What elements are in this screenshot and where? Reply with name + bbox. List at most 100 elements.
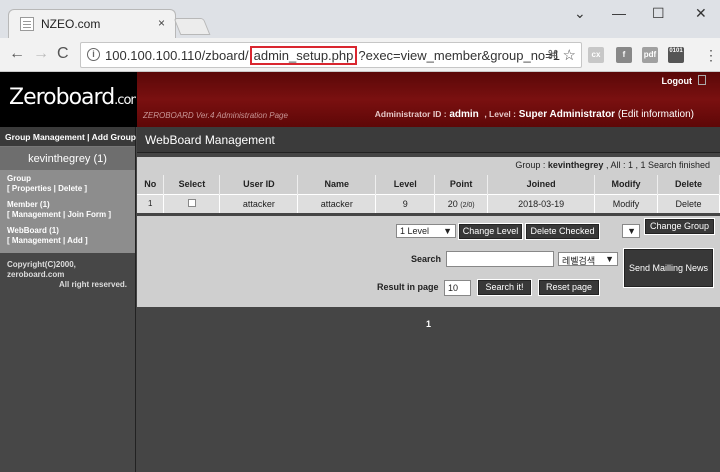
member-count: (1) — [39, 200, 50, 209]
col-user-id: User ID — [219, 175, 299, 194]
webboard-label: WebBoard — [7, 226, 47, 235]
extension-binary-icon[interactable]: 0101 — [668, 47, 684, 63]
logo-main: Zeroboard — [9, 85, 115, 110]
edit-info-link[interactable]: (Edit information) — [618, 109, 694, 120]
group-links[interactable]: [ Properties | Delete ] — [7, 184, 135, 194]
version-text: ZEROBOARD Ver.4 Administration Page — [143, 111, 288, 120]
point-value: 20 — [447, 198, 458, 209]
admin-id-label: Administrator ID : — [374, 109, 447, 119]
change-level-button[interactable]: Change Level — [458, 223, 523, 240]
result-label: Result in page — [377, 282, 439, 292]
webboard-links[interactable]: [ Management | Add ] — [7, 236, 135, 246]
sidebar-menu: Group [ Properties | Delete ] Member (1)… — [0, 170, 135, 253]
group-label: Group — [7, 174, 31, 183]
extension-cx-icon[interactable]: cx — [588, 47, 604, 63]
result-per-page-input[interactable]: 10 — [444, 280, 471, 296]
page-title: WebBoard Management — [137, 127, 720, 153]
back-arrow-icon[interactable]: ← — [9, 45, 25, 63]
add-group-link[interactable]: Add Group — [92, 132, 136, 142]
col-level: Level — [375, 175, 436, 194]
member-links[interactable]: [ Management | Join Form ] — [7, 210, 135, 220]
extension-pdf-icon[interactable]: pdf — [642, 47, 658, 63]
minimize-button[interactable]: — — [612, 5, 626, 21]
delete-checked-button[interactable]: Delete Checked — [525, 223, 600, 240]
url-query: ?exec=view_member&group_no=1 — [358, 48, 560, 63]
col-point: Point — [434, 175, 489, 194]
cell-level: 9 — [375, 193, 436, 213]
table-row: 1 attacker attacker 9 20 (2/0) 2018-03-1… — [137, 193, 720, 213]
logo-area: Zeroboard.com — [0, 72, 143, 127]
search-type-select[interactable]: 레벨검색 ▼ — [558, 252, 618, 266]
cell-select — [163, 193, 221, 213]
forward-arrow-icon[interactable]: → — [33, 45, 49, 63]
delete-link[interactable]: Delete — [657, 193, 720, 213]
copyright-line-2: All right reserved. — [59, 280, 128, 289]
info-icon[interactable]: i — [87, 48, 100, 61]
modify-link[interactable]: Modify — [594, 193, 658, 213]
url-text[interactable]: 100.100.100.110/zboard/admin_setup.php ?e… — [105, 46, 560, 65]
page-body: Zeroboard.com Logout ZEROBOARD Ver.4 Adm… — [0, 72, 720, 472]
level-select[interactable]: 1 Level ▼ — [396, 224, 456, 238]
browser-tab[interactable]: NZEO.com × — [8, 9, 176, 38]
dropdown-arrow-icon: ▼ — [605, 254, 614, 264]
maximize-button[interactable]: ☐ — [652, 5, 665, 22]
logout-link[interactable]: Logout — [662, 76, 693, 86]
url-prefix: 100.100.100.110/zboard/ — [105, 48, 249, 63]
action-panel: 1 Level ▼ Change Level Delete Checked ▼ C… — [137, 216, 720, 307]
reload-icon[interactable]: C — [57, 45, 69, 63]
point-detail: (2/0) — [460, 201, 475, 209]
group-management-link[interactable]: Group Management — [5, 132, 85, 142]
new-tab-button[interactable] — [173, 18, 211, 35]
search-type-value: 레벨검색 — [562, 256, 596, 266]
member-label: Member — [7, 200, 38, 209]
translate-icon[interactable]: ⌘ — [547, 48, 559, 62]
group-select[interactable]: ▼ — [622, 224, 640, 238]
bookmark-star-icon[interactable]: ☆ — [563, 46, 576, 64]
cell-user-id: attacker — [219, 193, 299, 213]
col-modify: Modify — [594, 175, 658, 194]
address-bar[interactable]: i 100.100.100.110/zboard/admin_setup.php… — [80, 42, 582, 68]
admin-id-value: admin — [449, 109, 479, 120]
search-summary: Group : kevinthegrey , All : 1 , 1 Searc… — [137, 157, 720, 175]
col-no: No — [137, 175, 165, 194]
summary-prefix: Group : — [515, 160, 546, 170]
sidebar: Group Management | Add Group kevinthegre… — [0, 127, 136, 472]
send-mailling-news-button[interactable]: Send Mailling News — [623, 248, 714, 288]
dropdown-arrow-icon: ▼ — [627, 226, 636, 236]
copyright: Copyright(C)2000, zeroboard.com All righ… — [0, 253, 135, 290]
col-name: Name — [297, 175, 377, 194]
browser-menu-icon[interactable]: ⋮ — [704, 47, 718, 64]
search-label: Search — [411, 254, 442, 264]
sidebar-group-name[interactable]: kevinthegrey (1) — [0, 146, 135, 170]
sidebar-top-links: Group Management | Add Group — [0, 127, 136, 146]
webboard-count: (1) — [49, 226, 59, 235]
reset-page-button[interactable]: Reset page — [538, 279, 600, 296]
select-checkbox[interactable] — [187, 198, 196, 207]
search-input[interactable] — [446, 251, 554, 267]
member-table: No Select User ID Name Level Point Joine… — [137, 175, 720, 213]
summary-group: kevinthegrey — [547, 160, 604, 170]
cell-point: 20 (2/0) — [434, 193, 489, 213]
page-favicon-icon — [20, 17, 34, 31]
extension-f-icon[interactable]: f — [616, 47, 632, 63]
col-select: Select — [163, 175, 221, 194]
dropdown-arrow-icon: ▼ — [443, 226, 452, 236]
main-content: WebBoard Management Group : kevinthegrey… — [137, 127, 720, 472]
table-header-row: No Select User ID Name Level Point Joine… — [137, 175, 720, 194]
logout-door-icon[interactable] — [698, 75, 706, 85]
search-button[interactable]: Search it! — [477, 279, 532, 296]
url-highlighted-file: admin_setup.php — [249, 46, 358, 65]
cell-joined: 2018-03-19 — [487, 193, 596, 213]
cell-no: 1 — [137, 193, 165, 213]
admin-banner: Logout ZEROBOARD Ver.4 Administration Pa… — [136, 72, 720, 127]
profile-icon[interactable]: ⌄ — [574, 5, 586, 22]
browser-tab-bar: NZEO.com × ⌄ — ☐ ✕ — [0, 0, 720, 38]
change-group-button[interactable]: Change Group — [644, 218, 715, 235]
tab-close-icon[interactable]: × — [158, 16, 165, 30]
pagination-page-1[interactable]: 1 — [137, 319, 720, 329]
cell-name[interactable]: attacker — [297, 193, 377, 213]
close-window-button[interactable]: ✕ — [695, 5, 707, 22]
summary-suffix: , All : 1 , 1 Search finished — [605, 160, 710, 170]
browser-toolbar: ← → C i 100.100.100.110/zboard/admin_set… — [0, 38, 720, 72]
level-value: Super Administrator — [518, 109, 616, 120]
